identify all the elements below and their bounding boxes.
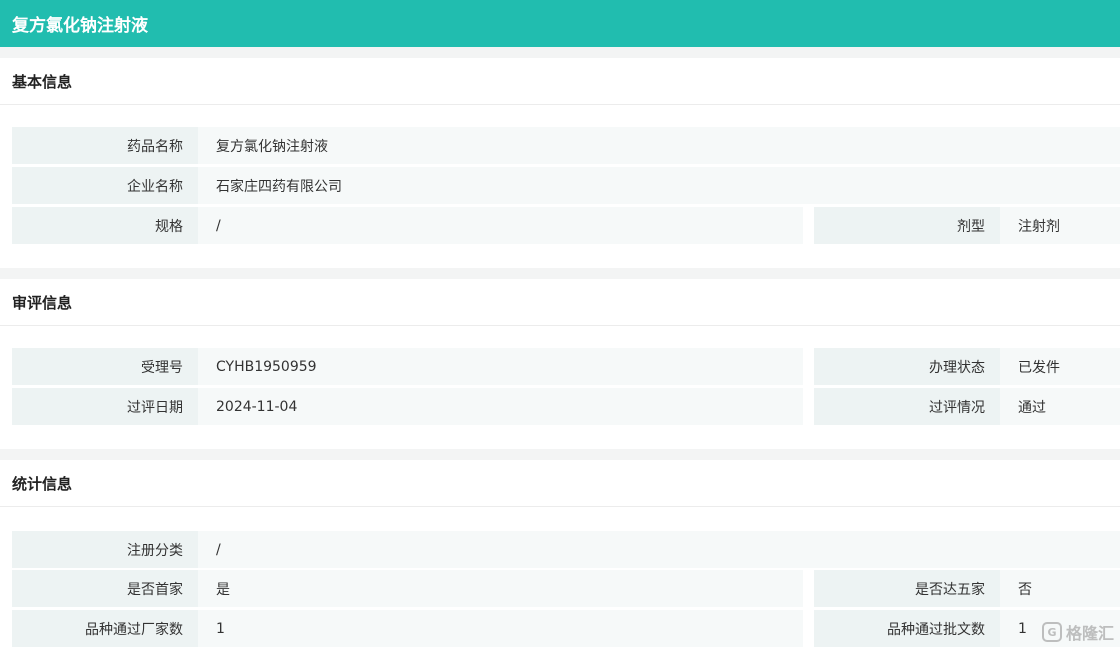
drug-name-label: 药品名称	[12, 127, 198, 164]
company-value: 石家庄四药有限公司	[198, 167, 1120, 204]
form-value: 注射剂	[1000, 207, 1120, 244]
section-heading: 基本信息	[0, 58, 1120, 105]
status-value: 已发件	[1000, 348, 1120, 385]
page-title-bar: 复方氯化钠注射液	[0, 0, 1120, 47]
gelonghui-logo-icon: G	[1041, 622, 1062, 642]
result-label: 过评情况	[814, 388, 1000, 425]
page-title: 复方氯化钠注射液	[12, 16, 148, 36]
date-result-row: 过评日期 2024-11-04 过评情况 通过	[12, 388, 1120, 425]
date-value: 2024-11-04	[198, 388, 803, 425]
divider	[803, 570, 814, 607]
accept-status-row: 受理号 CYHB1950959 办理状态 已发件	[12, 348, 1120, 385]
review-info-section: 审评信息 受理号 CYHB1950959 办理状态 已发件 过评日期 2024-…	[0, 279, 1120, 449]
result-value: 通过	[1000, 388, 1120, 425]
watermark-text: 格隆汇	[1065, 624, 1114, 643]
divider	[803, 348, 814, 385]
makers-label: 品种通过厂家数	[12, 610, 198, 647]
section-heading: 统计信息	[0, 460, 1120, 507]
divider	[803, 388, 814, 425]
first-value: 是	[198, 570, 803, 607]
divider	[803, 207, 814, 244]
basic-info-section: 基本信息 药品名称 复方氯化钠注射液 企业名称 石家庄四药有限公司 规格 / 剂…	[0, 58, 1120, 268]
makers-approvals-row: 品种通过厂家数 1 品种通过批文数 1	[12, 610, 1120, 647]
spec-form-row: 规格 / 剂型 注射剂	[12, 207, 1120, 244]
section-heading: 审评信息	[0, 279, 1120, 326]
status-label: 办理状态	[814, 348, 1000, 385]
first-label: 是否首家	[12, 570, 198, 607]
reg-class-value: /	[198, 531, 1120, 568]
approvals-label: 品种通过批文数	[814, 610, 1000, 647]
company-label: 企业名称	[12, 167, 198, 204]
five-value: 否	[1000, 570, 1120, 607]
date-label: 过评日期	[12, 388, 198, 425]
accept-no-label: 受理号	[12, 348, 198, 385]
first-five-row: 是否首家 是 是否达五家 否	[12, 570, 1120, 607]
spec-value: /	[198, 207, 803, 244]
drug-name-value: 复方氯化钠注射液	[198, 127, 1120, 164]
form-label: 剂型	[814, 207, 1000, 244]
company-row: 企业名称 石家庄四药有限公司	[12, 167, 1120, 204]
five-label: 是否达五家	[814, 570, 1000, 607]
reg-class-label: 注册分类	[12, 531, 198, 568]
divider	[803, 610, 814, 647]
reg-class-row: 注册分类 /	[12, 531, 1120, 568]
stats-info-section: 统计信息 注册分类 / 是否首家 是 是否达五家 否 品种通过厂家数 1 品种通…	[0, 460, 1120, 648]
drug-name-row: 药品名称 复方氯化钠注射液	[12, 127, 1120, 164]
accept-no-value: CYHB1950959	[198, 348, 803, 385]
spec-label: 规格	[12, 207, 198, 244]
watermark: G 格隆汇	[1041, 620, 1114, 644]
makers-value: 1	[198, 610, 803, 647]
